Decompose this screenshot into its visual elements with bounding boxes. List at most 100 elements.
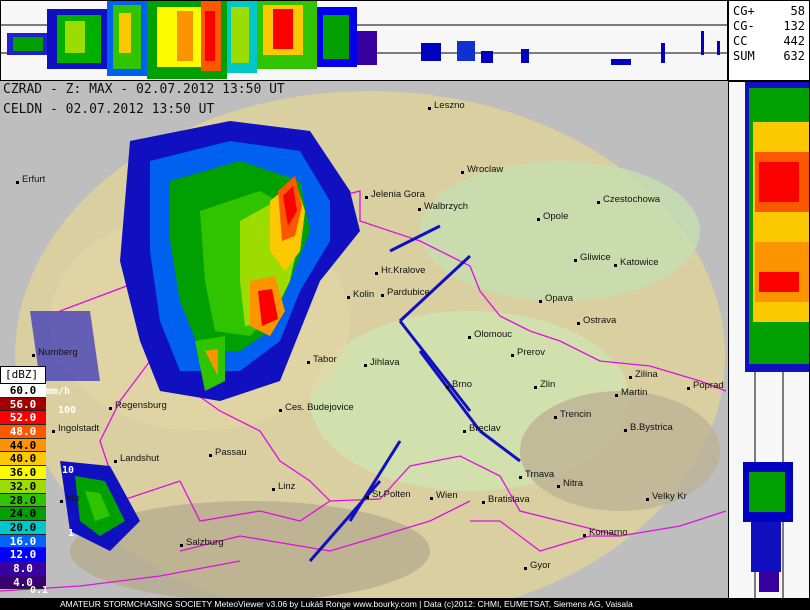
city-marker — [577, 322, 580, 325]
rain-mark-0-1: 0.1 — [30, 585, 49, 596]
radar-viewer: CG+ 58 CG- 132 CC 442 SUM 632 CZRAD - Z:… — [0, 0, 810, 610]
city-marker — [583, 534, 586, 537]
city-marker — [272, 488, 275, 491]
city-label: Komarno — [589, 527, 628, 538]
city-label: B.Bystrica — [630, 422, 673, 433]
legend-level: 24.0 — [0, 507, 46, 521]
city-marker — [418, 208, 421, 211]
city-label: Nurnberg — [38, 347, 78, 358]
city-label: Prerov — [517, 347, 545, 358]
legend-level: 52.0 — [0, 411, 46, 426]
city-label: Tabor — [313, 354, 337, 365]
city-label: Landshut — [120, 453, 160, 464]
city-marker — [519, 476, 522, 479]
city-marker — [32, 354, 35, 357]
stat-row-cc: CC 442 — [733, 34, 805, 49]
color-legend: 60.0 56.0 52.0 48.0 44.0 40.0 36.0 32.0 28.0 24.0… — [0, 384, 46, 590]
city-marker — [307, 361, 310, 364]
legend-level: 12.0 — [0, 548, 46, 562]
stat-label: CG- — [733, 19, 755, 33]
legend-level: 60.0 — [0, 384, 46, 398]
city-marker — [381, 294, 384, 297]
legend-level: 44.0 — [0, 438, 46, 453]
stat-value: 442 — [783, 34, 805, 48]
stat-value: 58 — [790, 4, 805, 18]
city-marker — [375, 272, 378, 275]
city-marker — [365, 196, 368, 199]
city-label: Brno — [452, 379, 473, 390]
city-marker — [209, 454, 212, 457]
lightning-stats: CG+ 58 CG- 132 CC 442 SUM 632 — [728, 0, 810, 81]
city-label: Opole — [543, 211, 569, 222]
city-label: Martin — [621, 387, 648, 398]
city-marker — [557, 485, 560, 488]
city-marker — [574, 259, 577, 262]
legend-level: 8.0 — [0, 561, 46, 576]
city-label: Olomouc — [474, 329, 513, 340]
city-marker — [537, 218, 540, 221]
stat-value: 632 — [783, 49, 805, 63]
legend-level: 40.0 — [0, 452, 46, 467]
legend-level: 20.0 — [0, 520, 46, 535]
right-cross-section — [728, 81, 810, 601]
city-label: Mu — [66, 493, 80, 504]
city-label: Kolin — [353, 289, 375, 300]
stat-label: CG+ — [733, 4, 755, 18]
city-label: Jelenia Gora — [371, 189, 425, 200]
city-marker — [347, 296, 350, 299]
city-marker — [482, 501, 485, 504]
city-marker — [180, 544, 183, 547]
map-base — [0, 81, 728, 601]
city-label: Trnava — [525, 469, 555, 480]
city-marker — [539, 300, 542, 303]
city-label: Regensburg — [115, 400, 167, 411]
city-marker — [624, 429, 627, 432]
city-marker — [109, 407, 112, 410]
footer-credits: AMATEUR STORMCHASING SOCIETY MeteoViewer… — [0, 598, 810, 610]
city-marker — [597, 201, 600, 204]
city-label: Gliwice — [580, 252, 611, 263]
legend-level: 16.0 — [0, 534, 46, 549]
city-label: Breclav — [469, 423, 501, 434]
city-marker — [114, 460, 117, 463]
city-label: Poprad — [693, 380, 724, 391]
city-marker — [629, 376, 632, 379]
city-marker — [554, 416, 557, 419]
stat-row-sum: SUM 632 — [733, 49, 805, 64]
city-label: Opava — [545, 293, 573, 304]
city-label: Passau — [215, 447, 247, 458]
city-label: Salzburg — [186, 537, 224, 548]
city-label: Zlin — [540, 379, 556, 390]
city-label: Hr.Kralove — [381, 265, 426, 276]
city-label: Ostrava — [583, 315, 617, 326]
stat-label: CC — [733, 34, 748, 48]
stat-row-cg-plus: CG+ 58 — [733, 4, 805, 19]
city-marker — [430, 497, 433, 500]
city-marker — [468, 336, 471, 339]
city-label: Ces. Budejovice — [285, 402, 354, 413]
city-marker — [60, 500, 63, 503]
legend-level: 56.0 — [0, 397, 46, 412]
radar-map[interactable]: CZRAD - Z: MAX - 02.07.2012 13:50 UT CEL… — [0, 81, 728, 601]
city-label: Zilina — [635, 369, 658, 380]
city-label: Ingolstadt — [58, 423, 100, 434]
city-marker — [614, 264, 617, 267]
city-marker — [366, 496, 369, 499]
right-cross-section-plot — [729, 82, 809, 600]
city-label: Nitra — [563, 478, 584, 489]
legend-level: 36.0 — [0, 466, 46, 480]
city-label: Jihlava — [370, 357, 400, 368]
stat-value: 132 — [783, 19, 805, 33]
city-label: Walbrzych — [424, 201, 468, 212]
city-marker — [461, 171, 464, 174]
city-label: Trencin — [560, 409, 592, 420]
legend-unit-label: mm/h — [46, 386, 71, 397]
product-title: CZRAD - Z: MAX - 02.07.2012 13:50 UT — [3, 82, 285, 97]
city-label: Bratislava — [488, 494, 530, 505]
city-label: Linz — [278, 481, 296, 492]
rain-mark-1: 1 — [68, 528, 75, 539]
top-cross-section — [0, 0, 728, 81]
city-marker — [646, 498, 649, 501]
lightning-title: CELDN - 02.07.2012 13:50 UT — [3, 102, 215, 117]
city-label: Leszno — [434, 100, 465, 111]
